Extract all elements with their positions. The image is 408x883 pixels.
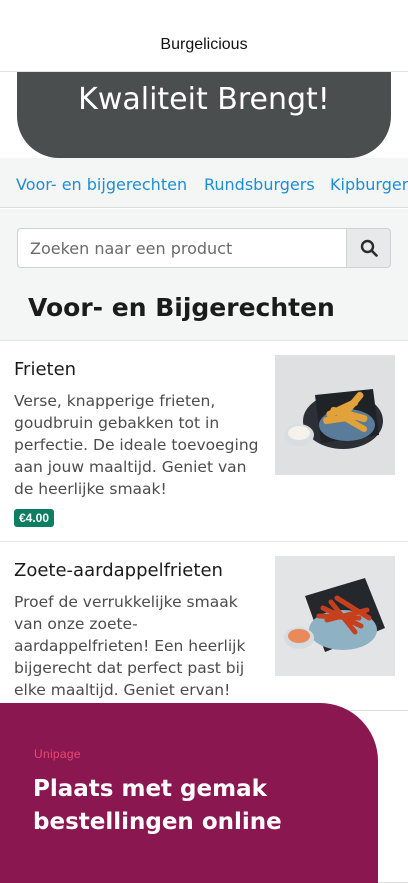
category-tab-kipburgers[interactable]: Kipburgers <box>330 175 408 194</box>
banner-headline: Plaats met gemak bestellingen online <box>33 776 282 835</box>
hero-banner: Kwaliteit Brengt! <box>17 72 391 158</box>
unipage-logo: Unipage <box>34 747 81 761</box>
price-badge: €4.00 <box>14 509 55 527</box>
product-image-zoete-aardappelfrieten <box>275 556 395 676</box>
product-card-frieten[interactable]: Frieten Verse, knapperige frieten, goudb… <box>0 342 408 542</box>
category-nav: Voor- en bijgerechten Rundsburgers Kipbu… <box>0 160 408 208</box>
search-section: Zoeken naar een product Voor- en Bijgere… <box>0 209 408 341</box>
search-button[interactable] <box>346 228 391 268</box>
product-description: Verse, knapperige frieten, goudbruin geb… <box>14 392 259 498</box>
search-icon <box>360 239 378 257</box>
category-tab-voor-en-bijgerechten[interactable]: Voor- en bijgerechten <box>16 175 187 194</box>
app-header: Burgelicious <box>0 0 408 72</box>
search-input[interactable]: Zoeken naar een product <box>17 228 347 268</box>
product-description: Proef de verrukkelijke smaak van onze zo… <box>14 593 246 699</box>
product-name: Frieten <box>14 359 77 380</box>
page-title: Burgelicious <box>160 36 248 53</box>
hero-text: Kwaliteit Brengt! <box>78 82 330 117</box>
promo-banner[interactable]: Unipage Plaats met gemak bestellingen on… <box>0 703 378 883</box>
product-name: Zoete-aardappelfrieten <box>14 560 223 581</box>
section-title: Voor- en Bijgerechten <box>28 293 335 322</box>
product-card-zoete-aardappelfrieten[interactable]: Zoete-aardappelfrieten Proef de verrukke… <box>0 543 408 713</box>
product-image-frieten <box>275 355 395 475</box>
category-tab-rundsburgers[interactable]: Rundsburgers <box>204 175 315 194</box>
